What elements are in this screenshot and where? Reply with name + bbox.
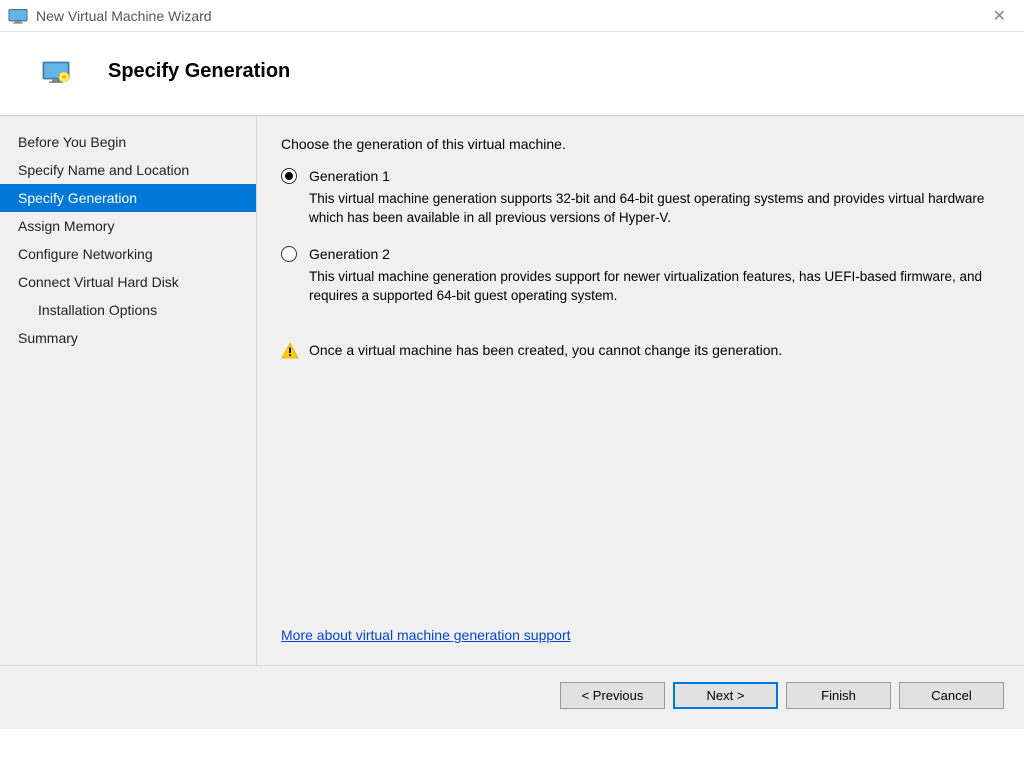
generation-1-label[interactable]: Generation 1: [309, 168, 390, 184]
title-bar: New Virtual Machine Wizard ✕: [0, 0, 1024, 32]
content-area: Before You Begin Specify Name and Locati…: [0, 116, 1024, 665]
sidebar-item-specify-name[interactable]: Specify Name and Location: [0, 156, 256, 184]
warning-row: Once a virtual machine has been created,…: [281, 342, 994, 360]
generation-2-description: This virtual machine generation provides…: [309, 268, 994, 306]
generation-2-radio-row[interactable]: Generation 2: [281, 246, 994, 262]
wizard-footer: < Previous Next > Finish Cancel: [0, 665, 1024, 729]
generation-1-description: This virtual machine generation supports…: [309, 190, 994, 228]
sidebar-item-connect-vhd[interactable]: Connect Virtual Hard Disk: [0, 268, 256, 296]
close-icon[interactable]: ✕: [983, 4, 1016, 28]
sidebar-item-configure-networking[interactable]: Configure Networking: [0, 240, 256, 268]
generation-2-group: Generation 2 This virtual machine genera…: [281, 246, 994, 306]
generation-1-radio-row[interactable]: Generation 1: [281, 168, 994, 184]
previous-button[interactable]: < Previous: [560, 682, 665, 709]
next-button[interactable]: Next >: [673, 682, 778, 709]
app-icon: [8, 8, 28, 24]
wizard-page-icon: [42, 61, 70, 83]
sidebar-item-before-you-begin[interactable]: Before You Begin: [0, 128, 256, 156]
generation-1-group: Generation 1 This virtual machine genera…: [281, 168, 994, 228]
generation-2-label[interactable]: Generation 2: [309, 246, 390, 262]
main-panel: Choose the generation of this virtual ma…: [257, 116, 1024, 665]
wizard-header: Specify Generation: [0, 32, 1024, 116]
help-link-row: More about virtual machine generation su…: [281, 627, 994, 643]
generation-2-radio[interactable]: [281, 246, 297, 262]
sidebar-item-assign-memory[interactable]: Assign Memory: [0, 212, 256, 240]
generation-1-radio[interactable]: [281, 168, 297, 184]
finish-button[interactable]: Finish: [786, 682, 891, 709]
sidebar-item-summary[interactable]: Summary: [0, 324, 256, 352]
warning-text: Once a virtual machine has been created,…: [309, 342, 782, 358]
instruction-text: Choose the generation of this virtual ma…: [281, 136, 994, 152]
wizard-steps-sidebar: Before You Begin Specify Name and Locati…: [0, 116, 257, 665]
title-bar-text: New Virtual Machine Wizard: [36, 8, 983, 24]
page-title: Specify Generation: [108, 60, 290, 83]
warning-icon: [281, 342, 299, 360]
sidebar-item-specify-generation[interactable]: Specify Generation: [0, 184, 256, 212]
cancel-button[interactable]: Cancel: [899, 682, 1004, 709]
sidebar-item-installation-options[interactable]: Installation Options: [0, 296, 256, 324]
help-link[interactable]: More about virtual machine generation su…: [281, 627, 571, 643]
